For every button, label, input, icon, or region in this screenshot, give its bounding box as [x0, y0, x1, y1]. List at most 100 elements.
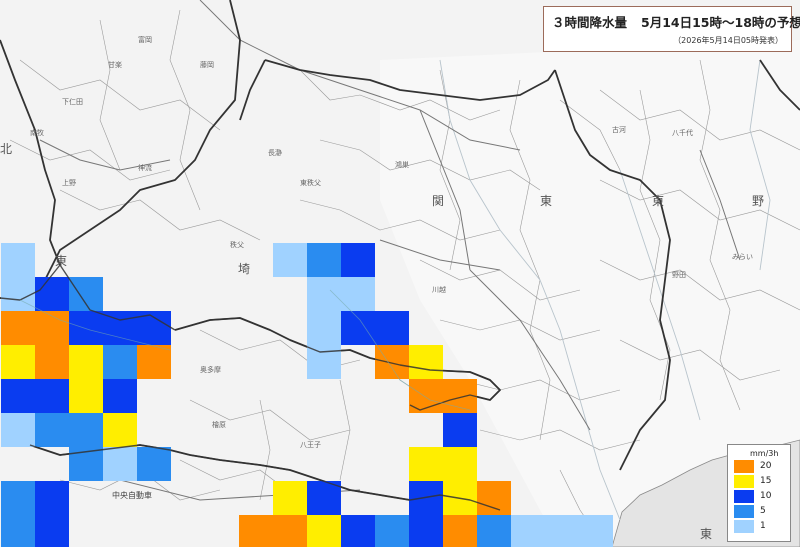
- place-higashichichibu: 東秩父: [300, 179, 321, 187]
- legend-label-20: 20: [760, 461, 772, 471]
- precip-cell: [1, 311, 35, 345]
- precip-cell: [477, 481, 511, 515]
- place-shimonita: 下仁田: [62, 98, 83, 106]
- place-kawagoe: 川越: [432, 286, 446, 294]
- precip-cell: [443, 413, 477, 447]
- place-kanra: 甘楽: [108, 61, 122, 69]
- legend-label-1: 1: [760, 521, 766, 531]
- precip-cell: [273, 481, 307, 515]
- precip-cell: [69, 345, 103, 379]
- place-kanna: 神流: [138, 164, 152, 172]
- place-noda: 野田: [672, 271, 686, 279]
- precip-cell: [137, 345, 171, 379]
- region-label-1: 東: [55, 254, 68, 268]
- place-hinohara: 檜原: [212, 421, 226, 429]
- precip-cell: [341, 515, 375, 547]
- legend-swatch-1: [734, 520, 754, 533]
- precip-cell: [239, 515, 273, 547]
- region-label-7: 北: [0, 142, 13, 156]
- region-label-3: 東: [540, 194, 553, 208]
- legend: mm/3h 20 15 10 5 1: [727, 444, 791, 542]
- legend-swatch-15: [734, 475, 754, 488]
- precip-cell: [477, 515, 511, 547]
- precip-cell: [579, 515, 613, 547]
- region-label-6: 野: [752, 194, 765, 208]
- precip-cell: [273, 515, 307, 547]
- region-label-8: 東: [700, 527, 713, 541]
- precip-cell: [103, 379, 137, 413]
- precip-cell: [307, 311, 341, 345]
- precip-cell: [375, 311, 409, 345]
- precip-cell: [1, 243, 35, 277]
- place-okutama: 奥多摩: [200, 366, 221, 374]
- place-nanmoku: 南牧: [30, 129, 44, 137]
- region-label-2: 埼: [238, 262, 251, 276]
- place-yachiyo: 八千代: [672, 129, 693, 137]
- precip-cell: [307, 345, 341, 379]
- precip-cell: [103, 413, 137, 447]
- precip-cell: [545, 515, 579, 547]
- precip-cell: [341, 311, 375, 345]
- place-fujioka: 藤岡: [200, 61, 214, 69]
- precip-cell: [273, 243, 307, 277]
- place-konosu: 鴻巣: [395, 161, 409, 169]
- legend-label-5: 5: [760, 506, 766, 516]
- legend-item-1: 1: [734, 520, 788, 533]
- precip-cell: [443, 447, 477, 481]
- precip-cell: [35, 515, 69, 547]
- legend-item-10: 10: [734, 490, 788, 503]
- legend-swatch-10: [734, 490, 754, 503]
- precip-cell: [307, 515, 341, 547]
- place-koga: 古河: [612, 126, 626, 134]
- legend-label-15: 15: [760, 476, 772, 486]
- precip-cell: [103, 447, 137, 481]
- precip-cell: [511, 515, 545, 547]
- precip-cell: [35, 413, 69, 447]
- region-label-5: 東: [652, 194, 665, 208]
- precip-cell: [443, 515, 477, 547]
- place-tomioka: 富岡: [138, 36, 152, 44]
- precip-cell: [307, 277, 341, 311]
- precip-cell: [69, 277, 103, 311]
- precip-cell: [1, 277, 35, 311]
- place-chichibu: 秩父: [230, 241, 244, 249]
- legend-item-5: 5: [734, 505, 788, 518]
- precip-cell: [1, 379, 35, 413]
- legend-swatch-20: [734, 460, 754, 473]
- place-nagatoro: 長瀞: [268, 149, 282, 157]
- map-title-box: ３時間降水量 5月14日15時～18時の予想 （2026年5月14日05時発表）: [543, 6, 800, 52]
- precip-cell: [341, 243, 375, 277]
- precip-cell: [1, 481, 35, 515]
- place-hachioji: 八王子: [300, 441, 321, 449]
- legend-item-15: 15: [734, 475, 788, 488]
- precip-cell: [35, 379, 69, 413]
- precip-cell: [1, 345, 35, 379]
- precip-cell: [1, 515, 35, 547]
- place-ueno: 上野: [62, 179, 76, 187]
- precip-cell: [137, 447, 171, 481]
- title-period: 5月14日15時～18時の予想: [641, 15, 800, 30]
- precip-cell: [409, 345, 443, 379]
- precip-cell: [409, 447, 443, 481]
- precip-cell: [307, 243, 341, 277]
- legend-label-10: 10: [760, 491, 772, 501]
- region-label-4: 関: [432, 194, 445, 208]
- precip-cell: [307, 481, 341, 515]
- issued-time: （2026年5月14日05時発表）: [673, 36, 783, 45]
- place-chuo-expressway: 中央自動車: [112, 491, 152, 500]
- precip-cell: [69, 311, 103, 345]
- precip-cell: [375, 515, 409, 547]
- legend-unit: mm/3h: [750, 449, 779, 458]
- precip-cell: [103, 345, 137, 379]
- precip-cell: [1, 413, 35, 447]
- title-main-label: ３時間降水量: [552, 15, 628, 30]
- legend-item-20: 20: [734, 460, 788, 473]
- place-mirai: みらい: [732, 253, 753, 261]
- precip-cell: [35, 481, 69, 515]
- legend-swatch-5: [734, 505, 754, 518]
- precip-cell: [69, 379, 103, 413]
- precip-cell: [69, 413, 103, 447]
- precip-cell: [35, 345, 69, 379]
- precipitation-map: 下仁田 南牧 上野 神流 甘楽 富岡 藤岡 長瀞 東秩父 秩父 奥多摩 檜原 八…: [0, 0, 800, 547]
- precip-cell: [409, 515, 443, 547]
